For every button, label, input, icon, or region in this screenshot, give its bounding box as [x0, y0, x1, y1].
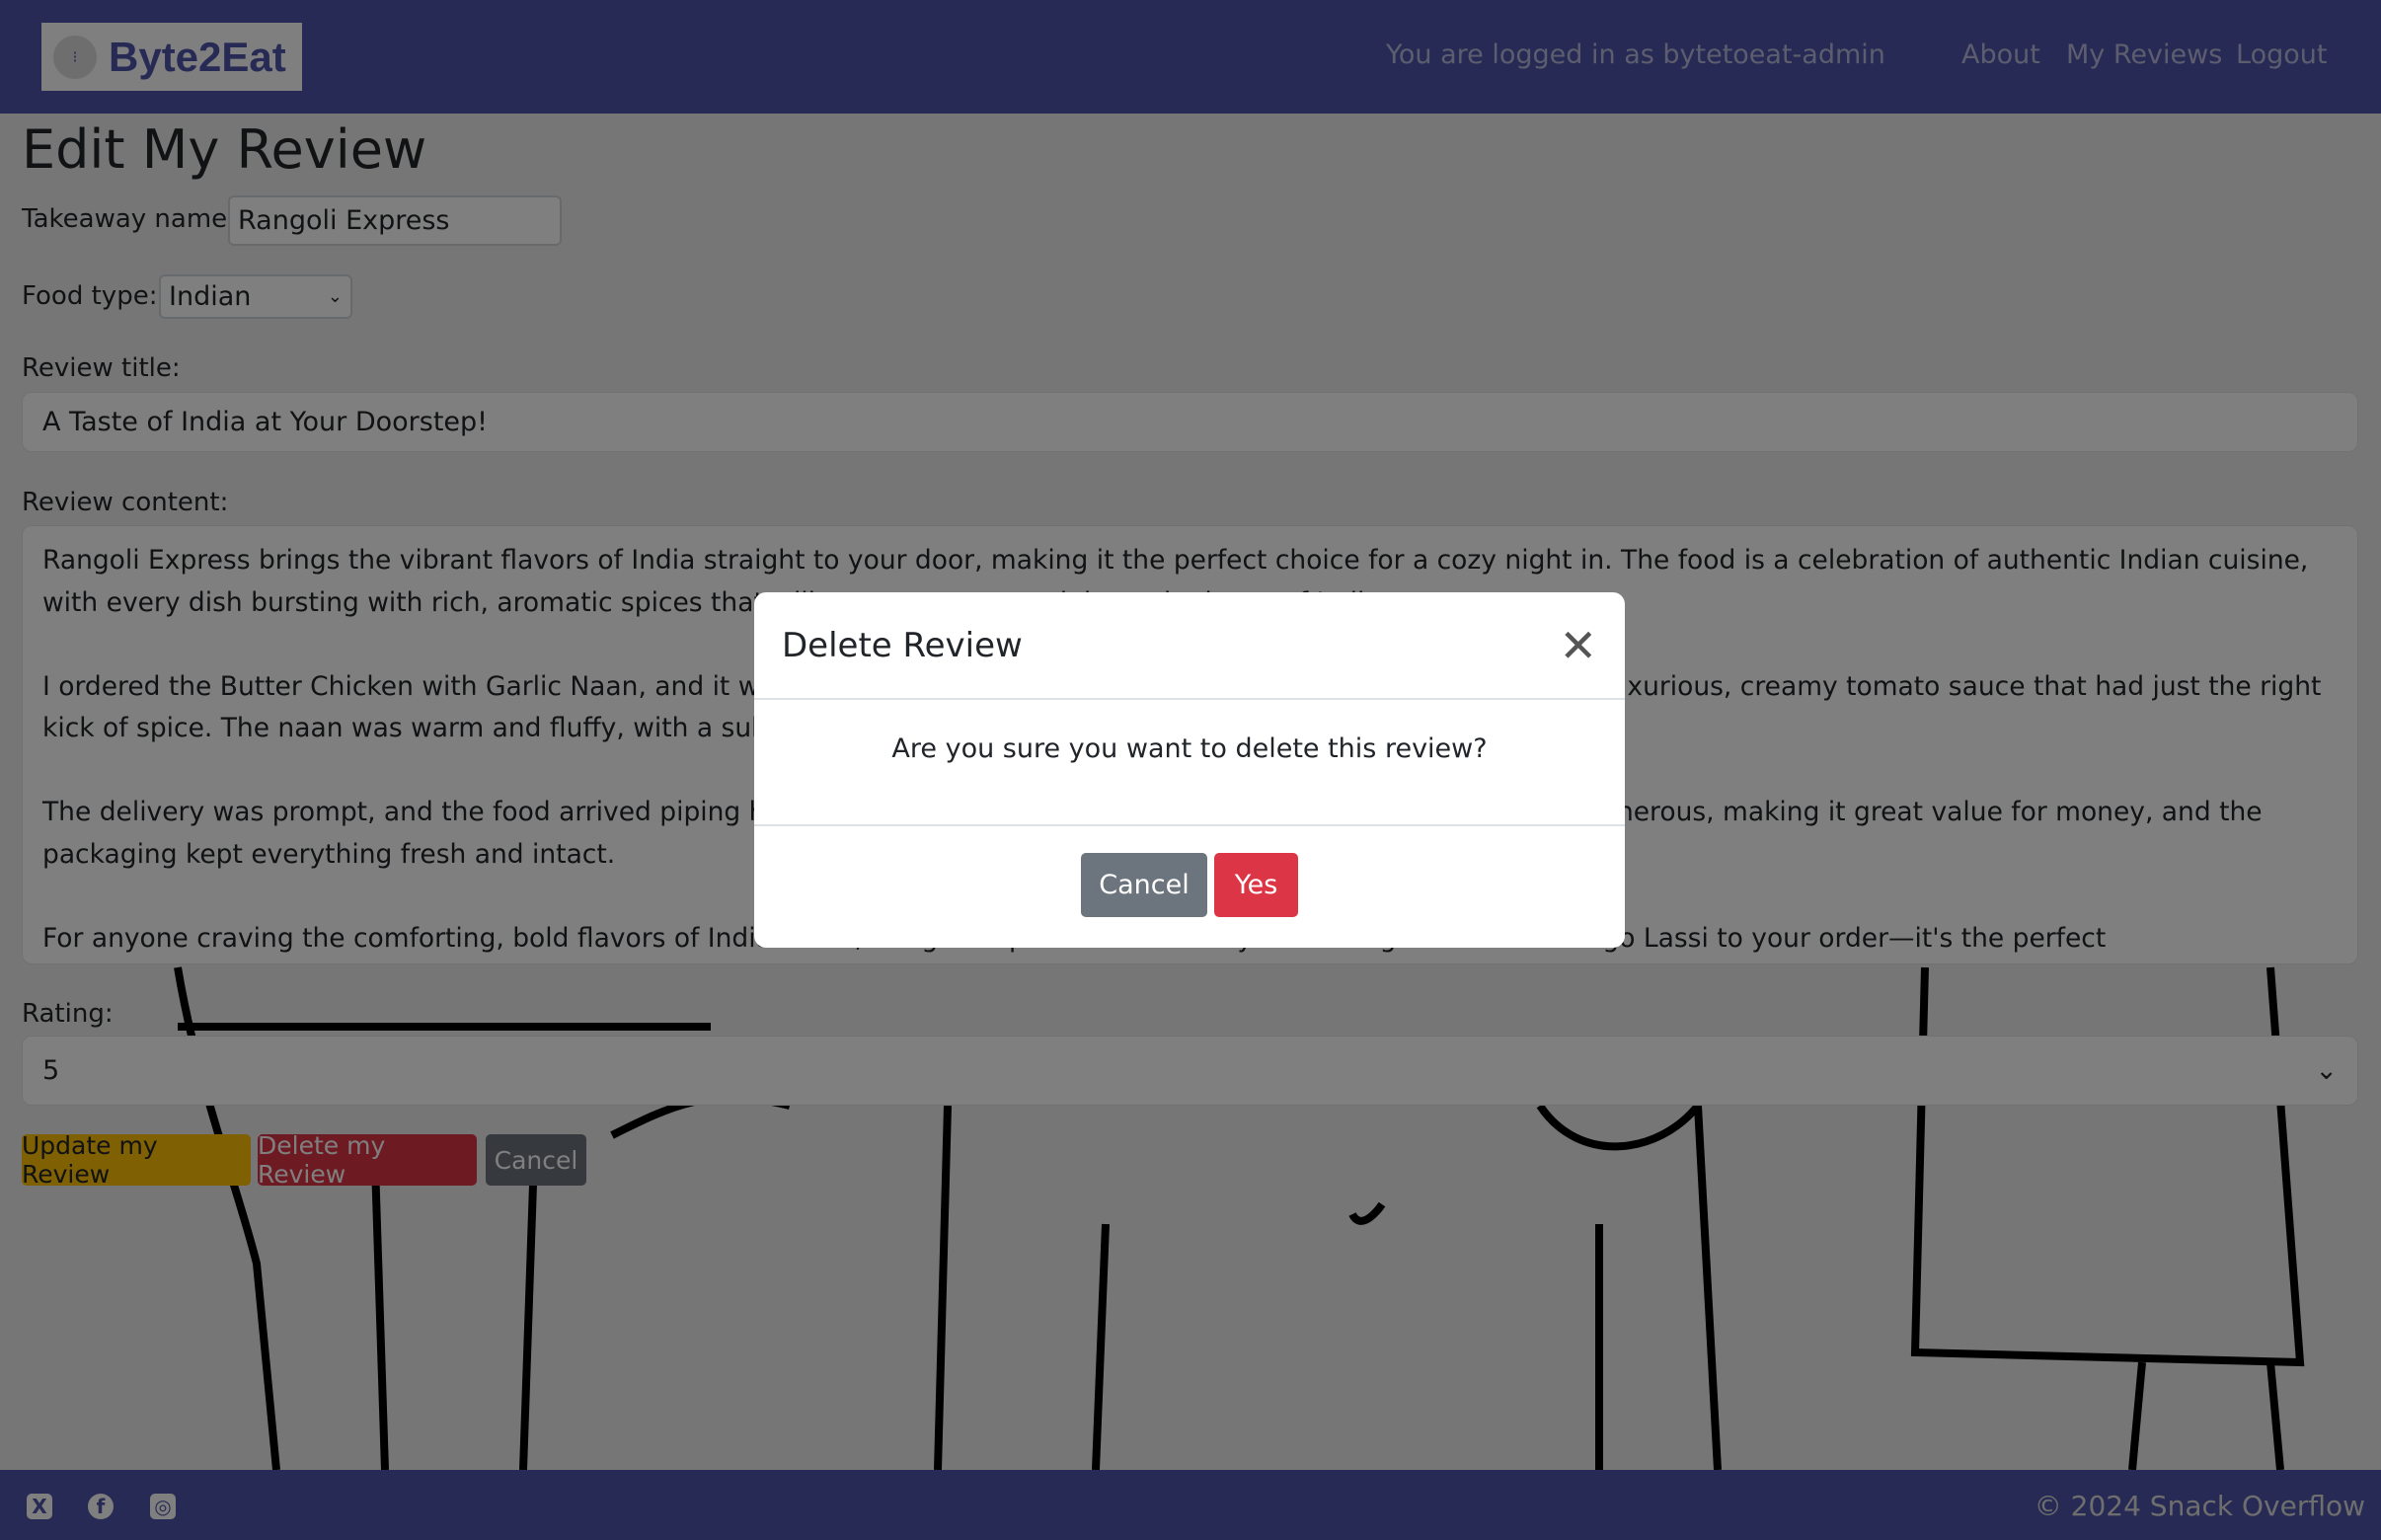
modal-cancel-button[interactable]: Cancel — [1081, 853, 1207, 917]
modal-message: Are you sure you want to delete this rev… — [754, 700, 1625, 826]
modal-yes-button[interactable]: Yes — [1214, 853, 1298, 917]
modal-title: Delete Review — [782, 625, 1023, 665]
delete-review-modal: Delete Review ✕ Are you sure you want to … — [754, 592, 1625, 948]
close-icon[interactable]: ✕ — [1559, 619, 1597, 672]
